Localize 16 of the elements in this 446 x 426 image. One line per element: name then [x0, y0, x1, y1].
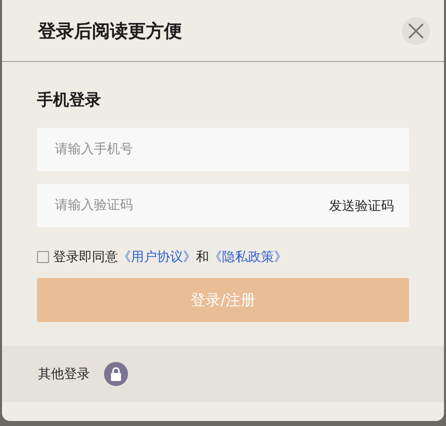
lock-login-button[interactable]	[104, 362, 128, 386]
code-field[interactable]: 请输入验证码 发送验证码	[37, 184, 409, 227]
phone-field[interactable]: 请输入手机号	[37, 128, 409, 171]
agreement-text: 登录即同意《用户协议》和《隐私政策》	[53, 249, 287, 266]
dialog-title: 登录后阅读更方便	[38, 20, 182, 42]
padlock-icon[interactable]	[110, 367, 122, 381]
other-login-label: 其他登录	[38, 366, 90, 383]
close-button[interactable]	[402, 16, 430, 44]
close-icon[interactable]	[407, 22, 425, 40]
user-agreement-link[interactable]: 《用户协议》	[118, 250, 196, 265]
section-heading: 手机登录	[37, 90, 102, 111]
privacy-policy-link[interactable]: 《隐私政策》	[209, 250, 287, 265]
send-code-link[interactable]: 发送验证码	[329, 196, 394, 214]
code-input[interactable]: 请输入验证码	[53, 197, 329, 214]
agree-checkbox[interactable]	[37, 251, 49, 263]
phone-input[interactable]: 请输入手机号	[53, 141, 393, 158]
